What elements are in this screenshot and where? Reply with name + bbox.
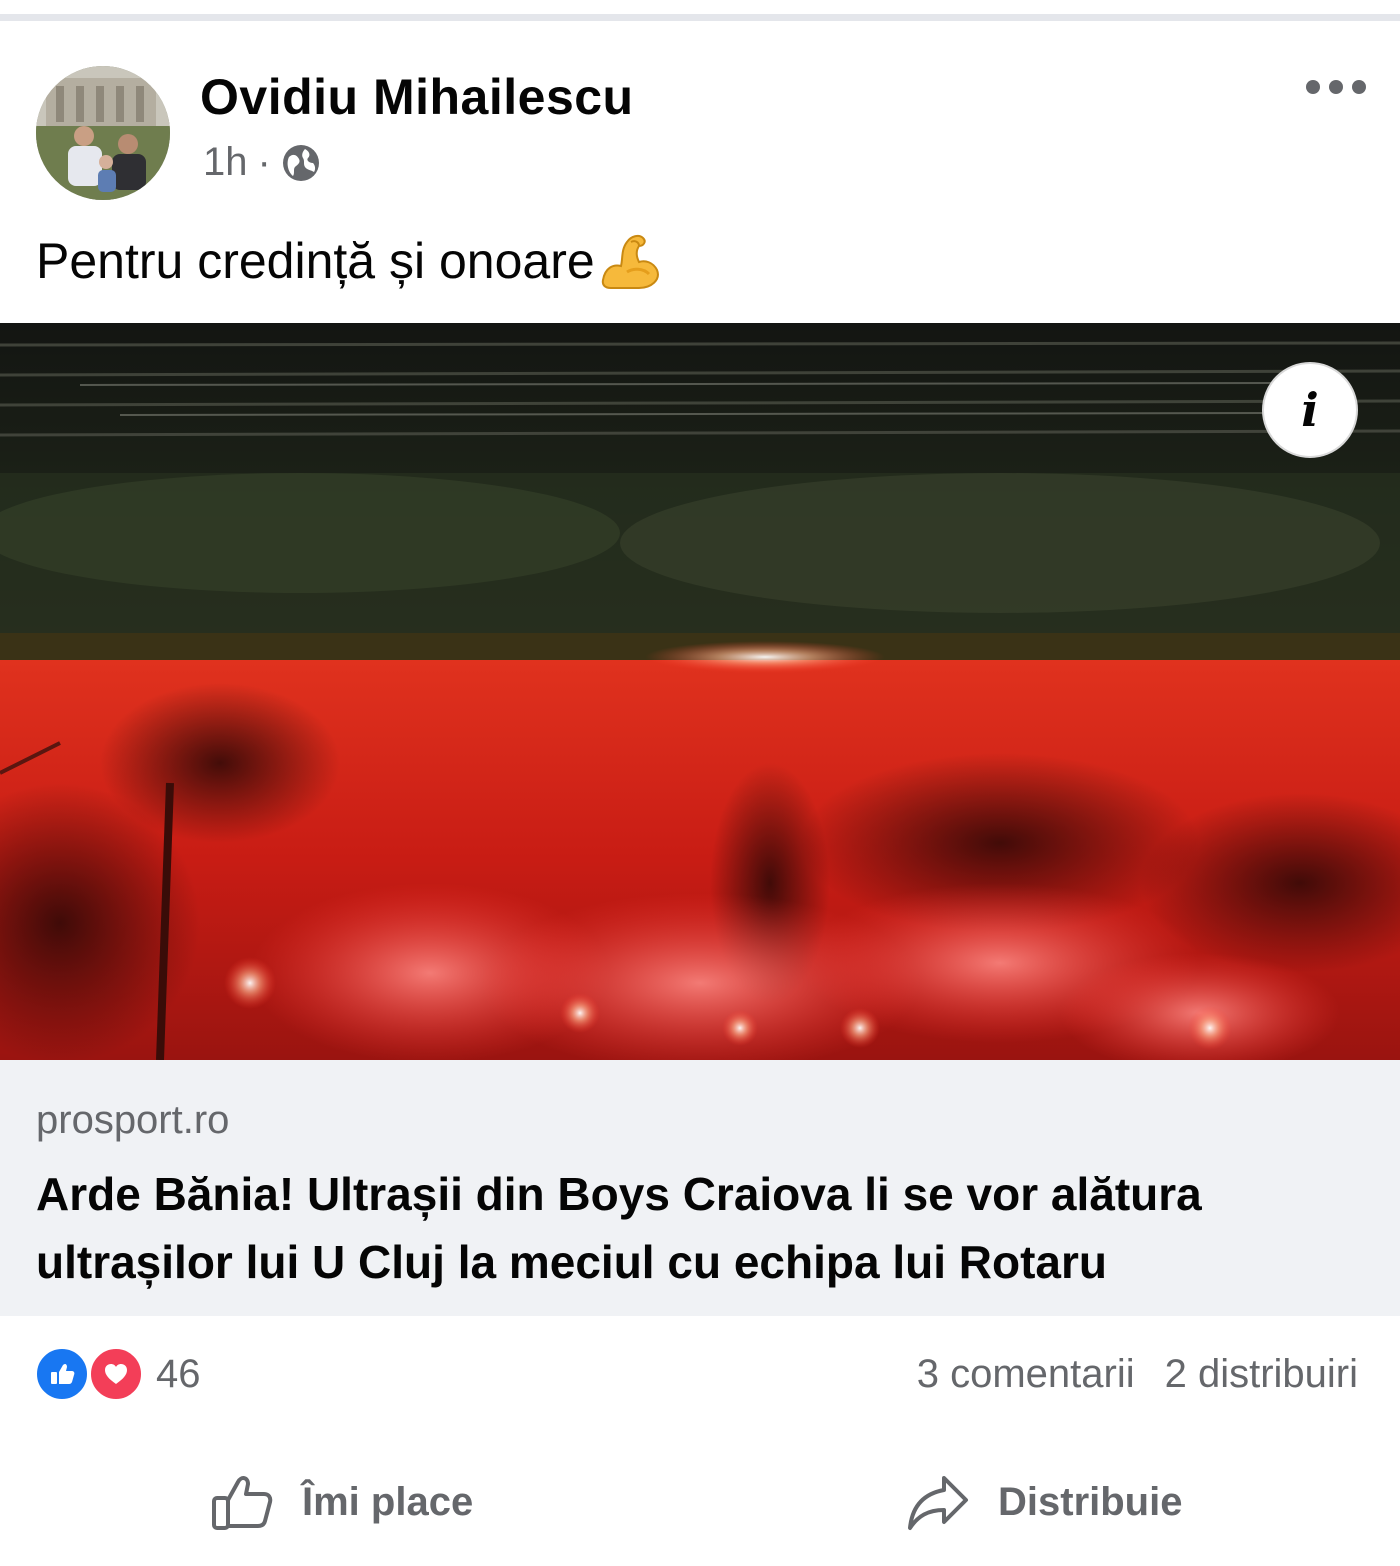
- caption-text: Pentru credință și onoare: [36, 233, 595, 289]
- thumbs-up-icon: [212, 1476, 273, 1530]
- author-name[interactable]: Ovidiu Mihailescu: [200, 68, 634, 126]
- flexed-biceps-icon: [601, 234, 659, 289]
- like-button[interactable]: Îmi place: [208, 1468, 473, 1536]
- post-actions: Îmi place Distribuie: [0, 1446, 1400, 1556]
- comments-count[interactable]: 3 comentarii: [917, 1352, 1135, 1397]
- engagement-counts: 3 comentarii 2 distribuiri: [917, 1352, 1358, 1397]
- link-preview-card[interactable]: prosport.ro Arde Bănia! Ultrașii din Boy…: [0, 1060, 1400, 1316]
- more-options-icon[interactable]: [1306, 80, 1366, 94]
- meta-separator: ·: [257, 140, 271, 184]
- shares-count[interactable]: 2 distribuiri: [1165, 1352, 1358, 1397]
- author-avatar[interactable]: [36, 66, 170, 200]
- link-preview-image[interactable]: [0, 323, 1400, 1060]
- globe-icon: [281, 143, 321, 183]
- link-title[interactable]: Arde Bănia! Ultrașii din Boys Craiova li…: [36, 1160, 1336, 1296]
- post-stats: 46 3 comentarii 2 distribuiri: [0, 1316, 1400, 1426]
- love-reaction-icon: [88, 1346, 144, 1402]
- like-reaction-icon: [34, 1346, 90, 1402]
- reactions-summary[interactable]: 46: [34, 1346, 201, 1402]
- post-caption: Pentru credință și onoare: [36, 228, 663, 294]
- like-label: Îmi place: [302, 1479, 474, 1524]
- share-button[interactable]: Distribuie: [904, 1468, 1182, 1536]
- post-header: Ovidiu Mihailescu 1h ·: [0, 62, 1400, 202]
- post-time[interactable]: 1h: [203, 140, 248, 185]
- info-button[interactable]: i: [1262, 362, 1358, 458]
- share-arrow-icon: [908, 1476, 968, 1530]
- link-domain: prosport.ro: [36, 1098, 230, 1142]
- post-meta: 1h ·: [203, 140, 321, 185]
- reaction-count: 46: [156, 1351, 201, 1396]
- share-label: Distribuie: [998, 1479, 1183, 1524]
- feed-divider: [0, 14, 1400, 21]
